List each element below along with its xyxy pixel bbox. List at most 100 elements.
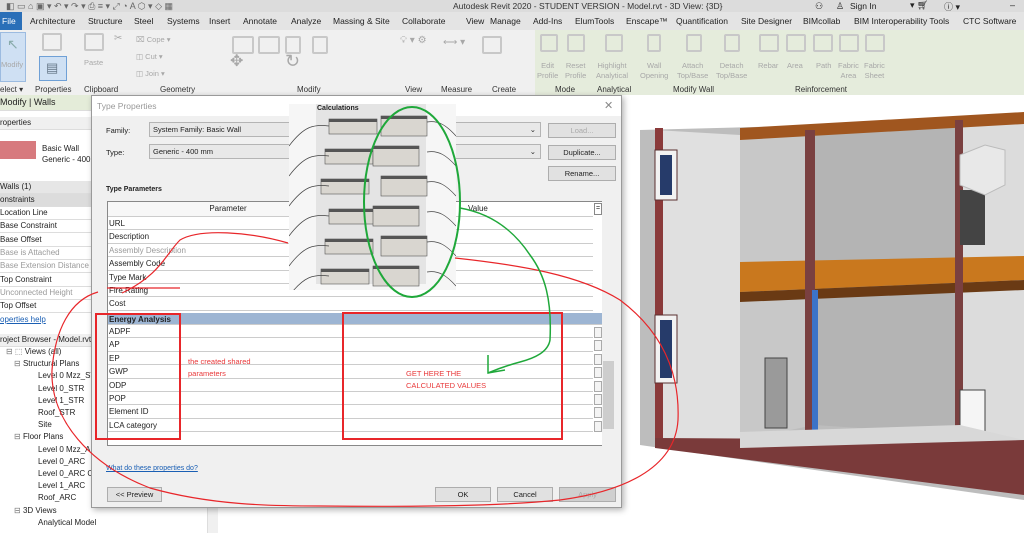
tab-ctc-software[interactable]: CTC Software <box>963 16 1016 26</box>
sign-in-link[interactable]: Sign In <box>850 1 876 11</box>
browser-tree-item[interactable]: Level 0_STR <box>38 384 84 393</box>
browser-tree-item[interactable]: Level 0_ARC C <box>38 469 93 478</box>
family-types-icon[interactable] <box>42 33 62 51</box>
parameter-value-button[interactable] <box>594 327 602 338</box>
energy-parameter-row[interactable]: ODP <box>108 379 593 392</box>
fabric-sheet-button[interactable]: Fabric Sheet <box>864 61 885 81</box>
tab-bimcollab[interactable]: BIMcollab <box>803 16 840 26</box>
browser-tree-item[interactable]: Level 1_STR <box>38 396 84 405</box>
energy-parameter-row[interactable]: LCA category <box>108 419 593 433</box>
paste-button[interactable]: Paste <box>84 58 103 68</box>
close-icon[interactable]: ✕ <box>604 99 613 112</box>
parameter-value-button[interactable] <box>594 340 602 352</box>
cut-button[interactable]: ◫ Cut ▾ <box>136 52 163 62</box>
tab-steel[interactable]: Steel <box>134 16 153 26</box>
tab-enscape[interactable]: Enscape™ <box>626 16 668 26</box>
parameter-value-button[interactable] <box>594 380 602 392</box>
align-icon[interactable] <box>232 36 254 54</box>
browser-tree-item[interactable]: Level 0 Mzz_A <box>38 445 90 454</box>
energy-parameter-row[interactable]: POP <box>108 392 593 406</box>
tab-analyze[interactable]: Analyze <box>291 16 321 26</box>
energy-parameter-row[interactable]: ADPF <box>108 325 593 339</box>
parameter-row[interactable]: Cost <box>108 297 593 311</box>
measure-icon[interactable]: ⟷ ▾ <box>443 38 465 48</box>
cancel-button[interactable]: Cancel <box>497 487 553 502</box>
rename-button[interactable]: Rename... <box>548 166 616 181</box>
browser-tree-item[interactable]: Level 0 Mzz_ST <box>38 371 95 380</box>
paste-icon[interactable] <box>84 33 104 51</box>
fabric-area-button[interactable]: Fabric Area <box>838 61 859 81</box>
browser-tree-item[interactable]: ⊟ Structural Plans <box>14 359 79 368</box>
tab-quantification[interactable]: Quantification <box>676 16 728 26</box>
ok-button[interactable]: OK <box>435 487 491 502</box>
edit-profile-button[interactable]: Edit Profile <box>537 61 558 81</box>
path-button[interactable]: Path <box>816 61 831 71</box>
browser-tree-item[interactable]: ⊟ Floor Plans <box>14 432 63 441</box>
collapse-icon[interactable]: ⊟ ⬚ <box>6 347 25 356</box>
view-tools-icon[interactable]: 💡︎ ▾ ⚙ <box>400 36 427 46</box>
tab-view[interactable]: View <box>466 16 484 26</box>
minimize-button[interactable]: – <box>1010 0 1015 10</box>
energy-parameter-row[interactable]: AP <box>108 338 593 352</box>
collapse-icon[interactable]: ⊟ <box>14 432 23 441</box>
browser-tree-item[interactable]: Level 1_ARC <box>38 481 85 490</box>
cart-icon[interactable]: ▾ 🛒︎ <box>910 0 928 11</box>
offset-icon[interactable] <box>258 36 280 54</box>
tab-architecture[interactable]: Architecture <box>30 16 75 26</box>
parameter-value-button[interactable] <box>594 394 602 405</box>
duplicate-button[interactable]: Duplicate... <box>548 145 616 160</box>
energy-analysis-group[interactable]: Energy Analysis <box>108 313 604 325</box>
tab-structure[interactable]: Structure <box>88 16 123 26</box>
rotate-icon[interactable]: ↻ <box>285 52 300 70</box>
tab-massing-site[interactable]: Massing & Site <box>333 16 390 26</box>
tab-manage[interactable]: Manage <box>490 16 521 26</box>
quick-access-toolbar[interactable]: ◧ ▭ ⌂ ▣ ▾ ↶ ▾ ↷ ▾ ⎙ ≡ ▾ ⤢ ◔ A ⬡ ▾ ◇ ▦ <box>6 1 173 12</box>
tab-annotate[interactable]: Annotate <box>243 16 277 26</box>
browser-tree-item[interactable]: Roof_ARC <box>38 493 76 502</box>
tab-file[interactable]: File <box>0 12 22 30</box>
browser-tree-item[interactable]: ⊟ 3D Views <box>14 506 57 515</box>
scrollbar-thumb[interactable] <box>603 361 614 429</box>
collapse-icon[interactable]: ⊟ <box>14 359 23 368</box>
help-link[interactable]: What do these properties do? <box>106 465 198 472</box>
tab-insert[interactable]: Insert <box>209 16 230 26</box>
preview-button[interactable]: << Preview <box>107 487 162 502</box>
reset-profile-button[interactable]: Reset Profile <box>565 61 586 81</box>
mirror-draw-icon[interactable] <box>312 36 328 54</box>
join-button[interactable]: ◫ Join ▾ <box>136 69 165 79</box>
browser-tree-item[interactable]: Level 0_ARC <box>38 457 85 466</box>
panel-select[interactable]: elect ▾ <box>0 85 23 94</box>
browser-tree-item[interactable]: ⊟ ⬚ Views (all) <box>6 347 61 356</box>
load-button[interactable]: Load... <box>548 123 616 138</box>
binoculars-icon[interactable]: ⚇ <box>815 1 823 12</box>
type-properties-button[interactable]: ▤ <box>39 56 67 81</box>
energy-parameter-row[interactable]: Element ID <box>108 405 593 419</box>
parameter-value-button[interactable] <box>594 367 602 379</box>
tab-elumtools[interactable]: ElumTools <box>575 16 614 26</box>
tab-collaborate[interactable]: Collaborate <box>402 16 445 26</box>
tab-add-ins[interactable]: Add-Ins <box>533 16 562 26</box>
modify-button[interactable]: ↖ Modify <box>0 32 26 82</box>
group-toggle[interactable]: = <box>594 203 602 215</box>
cope-button[interactable]: ⌧ Cope ▾ <box>136 35 171 45</box>
tab-site-designer[interactable]: Site Designer <box>741 16 792 26</box>
parameter-value-button[interactable] <box>594 420 602 432</box>
highlight-analytical-button[interactable]: Highlight Analytical <box>596 61 628 81</box>
energy-parameter-row[interactable]: EP <box>108 352 593 366</box>
apply-button[interactable]: Apply <box>559 487 616 502</box>
attach-top-base-button[interactable]: Attach Top/Base <box>677 61 708 81</box>
parameter-value-button[interactable] <box>594 407 602 419</box>
table-scrollbar[interactable] <box>602 201 615 446</box>
tab-systems[interactable]: Systems <box>167 16 200 26</box>
collapse-icon[interactable]: ⊟ <box>14 506 23 515</box>
create-icon[interactable] <box>482 36 502 54</box>
wall-opening-button[interactable]: Wall Opening <box>640 61 668 81</box>
browser-tree-item[interactable]: Analytical Model <box>38 518 96 527</box>
cut-icon[interactable]: ✂ <box>114 34 122 44</box>
area-button[interactable]: Area <box>787 61 803 71</box>
parameter-value-button[interactable] <box>594 353 602 365</box>
detach-top-base-button[interactable]: Detach Top/Base <box>716 61 747 81</box>
rebar-button[interactable]: Rebar <box>758 61 778 71</box>
move-icon[interactable]: ✥ <box>230 54 243 70</box>
browser-tree-item[interactable]: Site <box>38 420 52 429</box>
